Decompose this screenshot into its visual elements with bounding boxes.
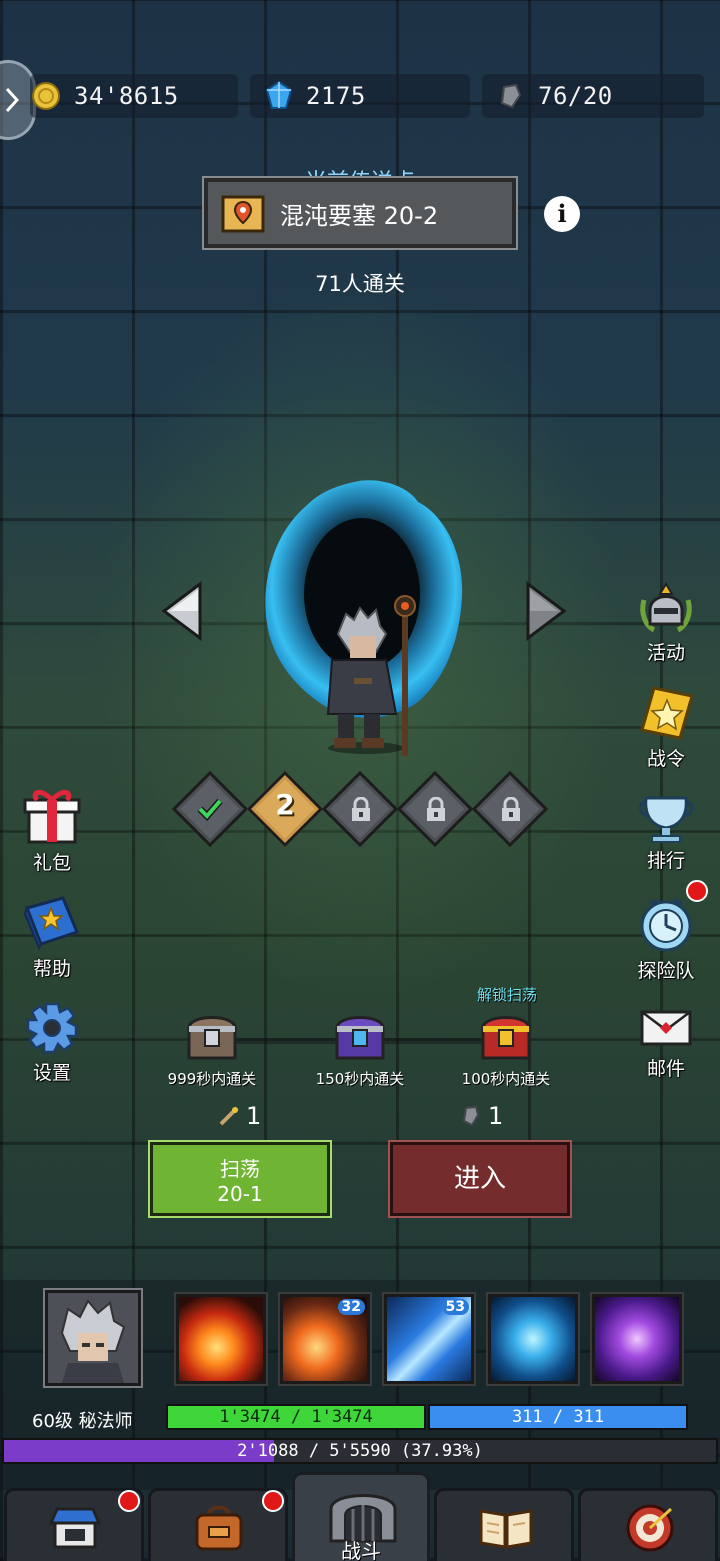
expedition-label: 探险队 — [637, 960, 695, 982]
chest-silver-label: 999秒内通关 — [167, 1070, 257, 1088]
mail-label: 邮件 — [646, 1058, 685, 1080]
lock-icon — [427, 797, 445, 821]
ranking-label: 排行 — [646, 850, 685, 872]
check-icon — [197, 798, 223, 822]
mail-button[interactable]: 邮件 — [626, 1004, 706, 1081]
mail-icon — [640, 1010, 692, 1046]
help-label: 帮助 — [32, 958, 71, 980]
sweep-button[interactable]: 扫荡 20-1 — [148, 1140, 332, 1218]
stone-fragment-icon — [500, 83, 522, 109]
map-pin-icon — [221, 195, 265, 233]
nav-tab-battle[interactable]: 战斗 — [292, 1472, 430, 1561]
lock-icon — [502, 797, 520, 821]
purple-chest-icon — [335, 1016, 385, 1060]
sweep-button-label: 扫荡 — [220, 1157, 260, 1181]
mage-character-icon — [326, 595, 416, 756]
info-button[interactable]: i — [544, 196, 580, 232]
teleport-location-name: 混沌要塞 20-2 — [280, 201, 439, 230]
gold-coin-icon — [32, 82, 60, 110]
lock-icon — [352, 797, 370, 821]
nav-tab-codex[interactable] — [434, 1488, 574, 1561]
skill-slot-2[interactable]: 32 — [278, 1292, 372, 1386]
ranking-button[interactable]: 排行 — [626, 792, 706, 873]
hp-bar: 1'3474 / 1'3474 — [166, 1404, 426, 1430]
backpack-icon — [195, 1505, 243, 1551]
hero-portrait[interactable] — [43, 1288, 143, 1388]
enter-cost: 1 — [462, 1102, 503, 1130]
enter-button[interactable]: 进入 — [388, 1140, 572, 1218]
clock-icon — [640, 898, 692, 952]
help-button[interactable]: 帮助 — [12, 892, 92, 981]
skill-slot-4[interactable] — [486, 1292, 580, 1386]
shop-stall-icon — [48, 1507, 102, 1549]
stage-2-number: 2 — [275, 788, 295, 821]
stone-fragment-icon — [462, 1105, 480, 1127]
blue-gem-icon — [265, 80, 293, 109]
gem-counter[interactable]: 2175 — [250, 74, 470, 118]
battle-pass-button[interactable]: 战令 — [626, 684, 706, 771]
dungeon-gate-icon — [329, 1494, 397, 1543]
skill-level-badge: 53 — [441, 1299, 469, 1315]
next-map-arrow-icon[interactable] — [524, 580, 570, 642]
info-icon: i — [557, 199, 567, 228]
exp-bar-text: 2'1088 / 5'5590 (37.93%) — [237, 1441, 483, 1461]
chest-silver[interactable]: 999秒内通关 — [152, 1008, 272, 1089]
star-badge-icon — [640, 686, 694, 740]
skill-slot-3[interactable]: 53 — [382, 1292, 476, 1386]
gold-counter[interactable]: 34'8615 — [30, 74, 238, 118]
expedition-notification-dot — [686, 880, 708, 902]
chest-purple-label: 150秒内通关 — [315, 1070, 405, 1088]
sweep-ticket-icon — [219, 1106, 239, 1126]
sweep-button-stage: 20-1 — [217, 1182, 263, 1206]
sweep-cost: 1 — [218, 1102, 261, 1130]
gold-chest-icon — [481, 1016, 531, 1060]
gift-icon — [23, 790, 81, 844]
teleport-location-button[interactable]: 混沌要塞 20-2 — [202, 176, 518, 250]
gift-pack-button[interactable]: 礼包 — [12, 786, 92, 875]
gold-value: 34'8615 — [74, 82, 179, 110]
nav-tab-skills[interactable] — [578, 1488, 718, 1561]
chevron-right-icon — [5, 87, 19, 113]
stamina-value: 76/20 — [538, 82, 613, 110]
event-button[interactable]: 活动 — [626, 580, 706, 665]
expedition-button[interactable]: 探险队 — [626, 896, 706, 983]
mage-avatar-icon — [60, 1299, 126, 1383]
mp-bar: 311 / 311 — [428, 1404, 688, 1430]
sweep-cost-value: 1 — [246, 1102, 262, 1130]
stamina-counter[interactable]: 76/20 — [482, 74, 704, 118]
shop-notification-dot — [118, 1490, 140, 1512]
trophy-icon — [638, 796, 694, 843]
chest-gold-label: 100秒内通关 — [461, 1070, 551, 1088]
skill-slot-1[interactable] — [174, 1292, 268, 1386]
nav-tab-battle-label: 战斗 — [341, 1539, 381, 1561]
inventory-notification-dot — [262, 1490, 284, 1512]
gift-pack-label: 礼包 — [32, 852, 71, 874]
gem-value: 2175 — [306, 82, 366, 110]
battle-pass-label: 战令 — [646, 748, 685, 770]
gear-icon — [26, 1002, 78, 1054]
silver-chest-icon — [187, 1016, 237, 1060]
player-level-class: 60级 秘法师 — [32, 1411, 133, 1432]
book-icon — [23, 896, 79, 951]
chest-gold[interactable]: 100秒内通关 — [446, 1008, 566, 1089]
clear-count: 71人通关 — [315, 272, 405, 296]
settings-label: 设置 — [32, 1062, 71, 1084]
prev-map-arrow-icon[interactable] — [158, 580, 204, 642]
unlock-sweep-label: 解锁扫荡 — [476, 986, 537, 1004]
event-label: 活动 — [646, 642, 685, 664]
open-book-icon — [479, 1509, 533, 1549]
exp-bar: 2'1088 / 5'5590 (37.93%) — [2, 1438, 718, 1464]
enter-button-label: 进入 — [453, 1164, 506, 1194]
skill-slot-5[interactable] — [590, 1292, 684, 1386]
target-icon — [626, 1504, 674, 1552]
settings-button[interactable]: 设置 — [12, 1000, 92, 1085]
exp-bar-fill — [4, 1440, 275, 1462]
skill-level-badge: 32 — [337, 1299, 365, 1315]
enter-cost-value: 1 — [488, 1102, 504, 1130]
helmet-icon — [640, 582, 692, 633]
chest-purple[interactable]: 150秒内通关 — [300, 1008, 420, 1089]
